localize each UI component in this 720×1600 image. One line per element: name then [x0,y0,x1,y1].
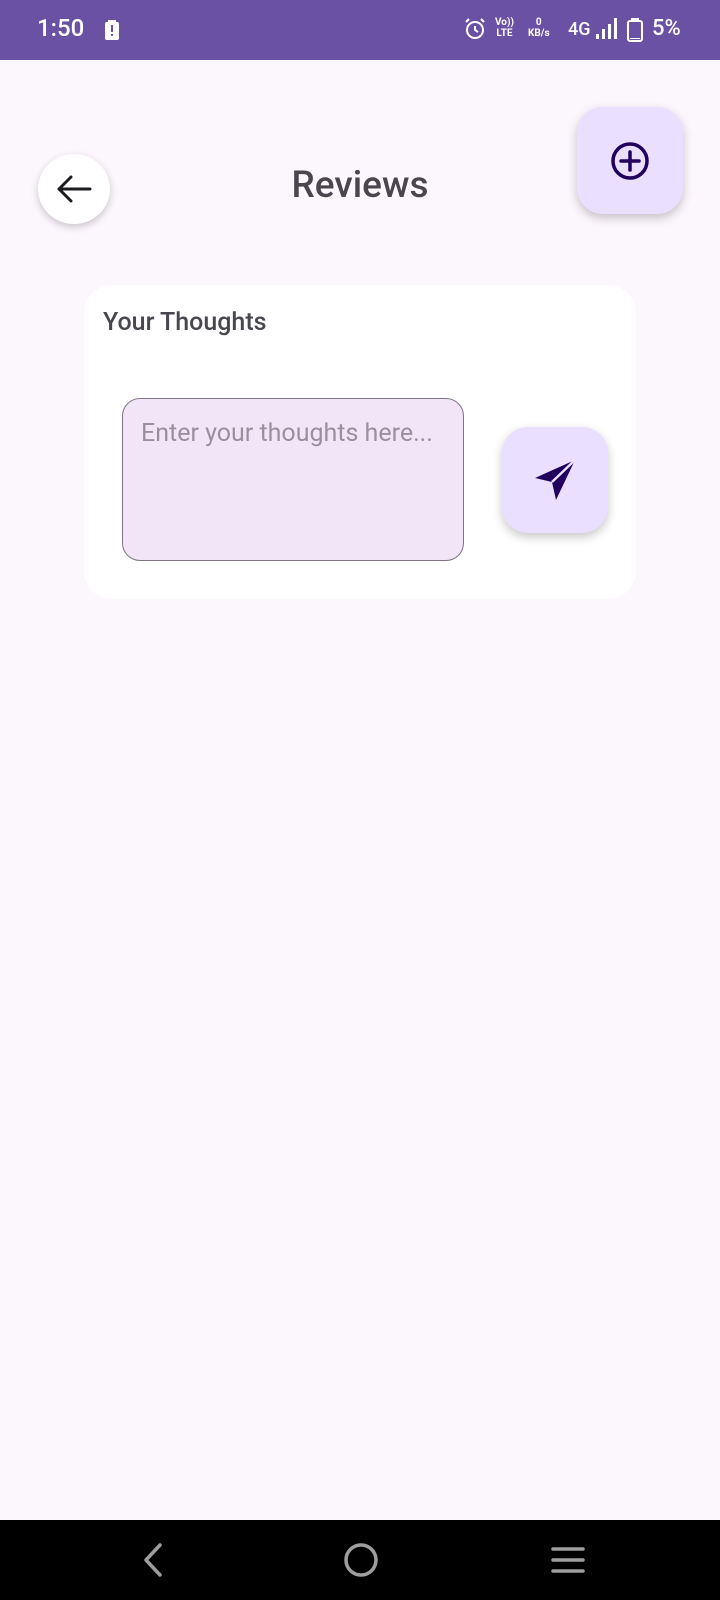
nav-recents-icon[interactable] [550,1544,586,1580]
system-nav-bar [0,1520,720,1600]
plus-circle-icon [611,141,649,180]
nav-back-icon[interactable] [138,1540,168,1584]
send-icon [535,459,576,500]
review-card: Your Thoughts [84,285,636,599]
battery-icon [627,18,643,46]
speed-unit: KB/s [528,28,550,39]
signal-icon [596,18,618,44]
volte-bottom-text: LTE [496,28,513,39]
add-review-button[interactable] [577,107,683,214]
card-title: Your Thoughts [103,308,267,337]
network-speed: 0 KB/s [528,17,550,39]
network-type: 4G [568,19,591,40]
alarm-icon [463,17,487,45]
battery-alert-icon [105,20,119,44]
thoughts-input[interactable] [122,398,464,561]
nav-home-icon[interactable] [341,1540,381,1584]
battery-percent: 5% [652,16,681,41]
status-time: 1:50 [37,14,85,42]
status-bar: 1:50 Vo)) LTE 0 KB/s 4G 5% [0,0,720,60]
speed-value: 0 [535,17,542,28]
volte-top-text: Vo)) [495,17,514,28]
send-button[interactable] [502,427,608,533]
volte-indicator: Vo)) LTE [495,17,514,39]
